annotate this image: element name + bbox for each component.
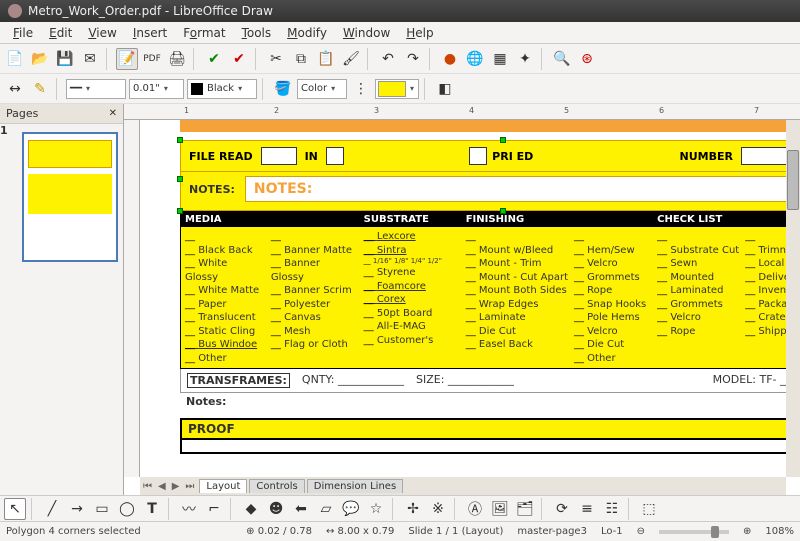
menu-format[interactable]: Format — [176, 24, 232, 42]
paste-icon[interactable]: 📋 — [315, 48, 337, 70]
orange-header-bar — [180, 120, 786, 132]
proof-section: PROOF — [180, 418, 786, 454]
help-icon[interactable]: ⊛ — [576, 48, 598, 70]
format-paintbrush-icon[interactable]: 🖌 — [340, 48, 362, 70]
tab-dimension[interactable]: Dimension Lines — [307, 479, 403, 493]
fill-vdots-icon[interactable]: ⋮ — [350, 78, 372, 100]
menu-file[interactable]: File — [6, 24, 40, 42]
fill-color-combo[interactable] — [375, 79, 419, 99]
menu-tools[interactable]: Tools — [235, 24, 279, 42]
pages-title: Pages — [6, 107, 38, 120]
line-style-icon[interactable]: ✎ — [29, 78, 51, 100]
notes2-label: Notes: — [180, 393, 786, 410]
media-list-b: Banner MatteBanner Glossy Banner ScrimPo… — [271, 230, 356, 365]
transframes-label: TRANSFRAMES: — [187, 373, 290, 388]
edit-file-icon[interactable]: 📝 — [116, 48, 138, 70]
page-thumbnail[interactable] — [22, 132, 118, 262]
autospell-icon[interactable]: ✔ — [228, 48, 250, 70]
options-columns: MEDIA Black BackWhite Glossy White Matte… — [180, 211, 786, 369]
menu-edit[interactable]: Edit — [42, 24, 79, 42]
substrate-header: SUBSTRATE — [360, 212, 462, 227]
status-size: ↔ 8.00 x 0.79 — [326, 526, 394, 537]
tab-strip: ⏮ ◀ ▶ ⏭ Layout Controls Dimension Lines — [140, 477, 786, 495]
pages-panel: Pages ✕ 1 — [0, 104, 124, 495]
media-header: MEDIA — [181, 212, 360, 227]
page-thumb-number: 1 — [0, 124, 8, 137]
print-icon[interactable]: 🖨 — [166, 48, 188, 70]
status-position: ⊕ 0.02 / 0.78 — [246, 526, 312, 537]
navigator-icon[interactable]: ✦ — [514, 48, 536, 70]
menu-help[interactable]: Help — [399, 24, 440, 42]
copy-icon[interactable]: ⧉ — [290, 48, 312, 70]
tab-next-icon[interactable]: ▶ — [169, 481, 183, 492]
window-button[interactable] — [8, 4, 22, 18]
checklist-header: CHECK LIST — [653, 212, 786, 227]
finishing-header: FINISHING — [462, 212, 653, 227]
email-icon[interactable]: ✉ — [79, 48, 101, 70]
tab-last-icon[interactable]: ⏭ — [182, 481, 197, 492]
table-icon[interactable]: ▦ — [489, 48, 511, 70]
save-icon[interactable]: 💾 — [54, 48, 76, 70]
pages-close-icon[interactable]: ✕ — [109, 108, 117, 119]
menu-bar: File Edit View Insert Format Tools Modif… — [0, 22, 800, 44]
transframes-row: TRANSFRAMES: QNTY: ____________ SIZE: __… — [180, 369, 786, 393]
pdf-icon[interactable]: PDF — [141, 48, 163, 70]
checklist-b: TrimnLocal DeliveInven PackaCrate Shipp — [745, 230, 786, 338]
menu-view[interactable]: View — [81, 24, 123, 42]
zoom-slider[interactable] — [659, 530, 729, 534]
redo-icon[interactable]: ↷ — [402, 48, 424, 70]
tab-layout[interactable]: Layout — [199, 479, 247, 493]
tab-first-icon[interactable]: ⏮ — [140, 481, 155, 492]
undo-icon[interactable]: ↶ — [377, 48, 399, 70]
status-lo: Lo-1 — [601, 526, 623, 537]
checklist-a: Substrate CutSewn MountedLaminated Gromm… — [657, 230, 739, 338]
line-width-combo[interactable]: 0.01" — [129, 79, 184, 99]
status-selection: Polygon 4 corners selected — [6, 526, 141, 537]
fill-icon[interactable]: 🪣 — [272, 78, 294, 100]
proof-label: PROOF — [182, 420, 786, 440]
zoom-value[interactable]: 108% — [765, 526, 794, 537]
status-master: master-page3 — [517, 526, 587, 537]
title-bar: Metro_Work_Order.pdf - LibreOffice Draw — [0, 0, 800, 22]
shadow-icon[interactable]: ◧ — [434, 78, 456, 100]
spellcheck-icon[interactable]: ✔ — [203, 48, 225, 70]
canvas[interactable]: 1 2 3 4 5 6 7 FILE READ IN PRI ED NUMBER — [124, 104, 800, 495]
horizontal-ruler: 1 2 3 4 5 6 7 — [124, 104, 800, 120]
new-icon[interactable]: 📄 — [4, 48, 26, 70]
status-slide: Slide 1 / 1 (Layout) — [408, 526, 503, 537]
menu-insert[interactable]: Insert — [126, 24, 174, 42]
vertical-scrollbar[interactable] — [786, 120, 800, 477]
tab-prev-icon[interactable]: ◀ — [155, 481, 169, 492]
substrate-list: LexcoreSintra 1/16" 1/8" 1/4" 1/2"Styren… — [360, 227, 462, 350]
window-title: Metro_Work_Order.pdf - LibreOffice Draw — [28, 4, 273, 18]
media-list-a: Black BackWhite Glossy White MattePaper … — [185, 230, 263, 365]
line-style-combo[interactable]: ━━ — [66, 79, 126, 99]
zoom-out-icon[interactable]: ⊖ — [637, 526, 645, 537]
hyperlink-icon[interactable]: 🌐 — [464, 48, 486, 70]
chart-icon[interactable]: ● — [439, 48, 461, 70]
open-icon[interactable]: 📂 — [29, 48, 51, 70]
document-page[interactable]: FILE READ IN PRI ED NUMBER NOTES: NOTES: — [180, 120, 786, 454]
zoom-in-icon[interactable]: ⊕ — [743, 526, 751, 537]
zoom-icon[interactable]: 🔍 — [551, 48, 573, 70]
tab-controls[interactable]: Controls — [249, 479, 304, 493]
drawing-toolbar: ↖ ╱ → ▭ ◯ T 〰 ⌐ ◆ ☻ ⬅ ▱ 💬 ☆ ✢ ※ Ⓐ 🖼 🗂 ⟳ … — [0, 495, 800, 521]
cut-icon[interactable]: ✂ — [265, 48, 287, 70]
line-fill-toolbar: ↔ ✎ ━━ 0.01" Black 🪣 Color ⋮ ◧ — [0, 74, 800, 104]
finishing-list-b: Hem/SewVelcro GrommetsRope Snap HooksPol… — [574, 230, 646, 365]
menu-window[interactable]: Window — [336, 24, 397, 42]
menu-modify[interactable]: Modify — [280, 24, 334, 42]
standard-toolbar: 📄 📂 💾 ✉ 📝 PDF 🖨 ✔ ✔ ✂ ⧉ 📋 🖌 ↶ ↷ ● 🌐 ▦ ✦ … — [0, 44, 800, 74]
arrow-style-icon[interactable]: ↔ — [4, 78, 26, 100]
vertical-ruler — [124, 120, 140, 477]
status-bar: Polygon 4 corners selected ⊕ 0.02 / 0.78… — [0, 521, 800, 541]
fill-type-combo[interactable]: Color — [297, 79, 347, 99]
finishing-list-a: Mount w/BleedMount - Trim Mount - Cut Ap… — [466, 230, 568, 365]
line-color-combo[interactable]: Black — [187, 79, 257, 99]
